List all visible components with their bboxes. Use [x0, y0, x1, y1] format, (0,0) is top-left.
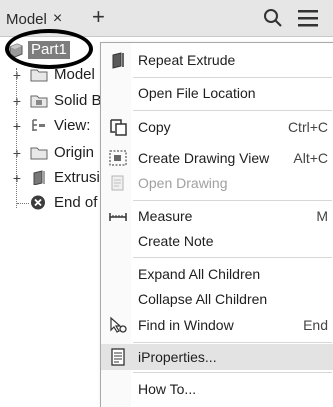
search-icon[interactable]	[263, 8, 283, 28]
open-drawing-icon	[111, 175, 124, 191]
app-window: Model × + Part1 + Model + Solid B + View…	[0, 0, 333, 407]
menu-item-repeat-extrude[interactable]: Repeat Extrude	[101, 47, 333, 73]
expand-icon[interactable]: +	[12, 67, 22, 83]
menu-item-iproperties[interactable]: iProperties...	[101, 344, 333, 370]
tree-node-label: End of	[54, 194, 98, 211]
expand-icon[interactable]: +	[12, 170, 22, 186]
expand-icon[interactable]: +	[12, 145, 22, 161]
menu-item-copy[interactable]: Copy Ctrl+C	[101, 114, 333, 140]
tree-node-label: Extrusi	[54, 169, 100, 186]
menu-item-label: Open Drawing	[138, 175, 228, 191]
menu-item-create-note[interactable]: Create Note	[101, 228, 333, 254]
menu-item-open-drawing: Open Drawing	[101, 170, 333, 196]
add-tab-icon[interactable]: +	[92, 3, 105, 31]
menu-item-measure[interactable]: Measure M	[101, 203, 333, 229]
menu-item-label: Collapse All Children	[138, 291, 268, 307]
folder-icon	[30, 69, 48, 82]
menu-item-collapse-all-children[interactable]: Collapse All Children	[101, 286, 333, 312]
solid-body-folder-icon	[30, 95, 48, 108]
annotation-ellipse	[5, 29, 93, 69]
folder-icon	[30, 147, 48, 160]
tree-node-label: Model	[54, 66, 95, 83]
tree-node-label: Origin	[54, 144, 95, 161]
menu-item-label: How To...	[138, 381, 197, 397]
expand-icon[interactable]: +	[12, 93, 22, 109]
menu-item-label: iProperties...	[138, 349, 217, 365]
menu-item-open-file-location[interactable]: Open File Location	[101, 80, 333, 106]
measure-icon	[109, 213, 127, 221]
context-menu: Repeat Extrude Open File Location Copy C…	[100, 42, 333, 407]
hamburger-menu-icon[interactable]	[297, 9, 319, 27]
menu-item-expand-all-children[interactable]: Expand All Children	[101, 261, 333, 287]
menu-item-label: Copy	[138, 119, 171, 135]
menu-item-find-in-window[interactable]: Find in Window End	[101, 312, 333, 338]
expand-icon[interactable]: +	[12, 118, 22, 134]
menu-item-label: Repeat Extrude	[138, 52, 236, 68]
menu-item-label: Open File Location	[138, 85, 256, 101]
menu-item-label: Create Drawing View	[138, 150, 270, 166]
tab-model-label: Model	[6, 10, 47, 28]
menu-item-label: Measure	[138, 208, 193, 224]
tree-node-label: View:	[54, 117, 91, 134]
extrusion-icon	[33, 170, 45, 185]
tab-model[interactable]: Model ×	[0, 6, 76, 32]
menu-item-label: Create Note	[138, 233, 214, 249]
iproperties-icon	[111, 348, 125, 366]
end-of-part-icon	[31, 195, 45, 210]
extrude-icon	[112, 52, 124, 69]
menu-item-shortcut: M	[316, 208, 328, 224]
menu-item-shortcut: Ctrl+C	[287, 119, 328, 135]
menu-item-how-to[interactable]: How To...	[101, 376, 333, 402]
tab-close-icon[interactable]: ×	[53, 10, 62, 28]
menu-item-shortcut: End	[303, 317, 328, 333]
menu-item-shortcut: Alt+C	[293, 150, 328, 166]
menu-item-label: Expand All Children	[138, 266, 261, 282]
menu-item-label: Find in Window	[138, 317, 234, 333]
menu-item-create-drawing-view[interactable]: Create Drawing View Alt+C	[101, 145, 333, 171]
tree-node-label: Solid B	[54, 92, 102, 109]
find-in-window-icon	[110, 316, 127, 333]
drawing-view-icon	[109, 150, 127, 166]
copy-icon	[110, 119, 127, 136]
view-icon	[32, 119, 45, 131]
